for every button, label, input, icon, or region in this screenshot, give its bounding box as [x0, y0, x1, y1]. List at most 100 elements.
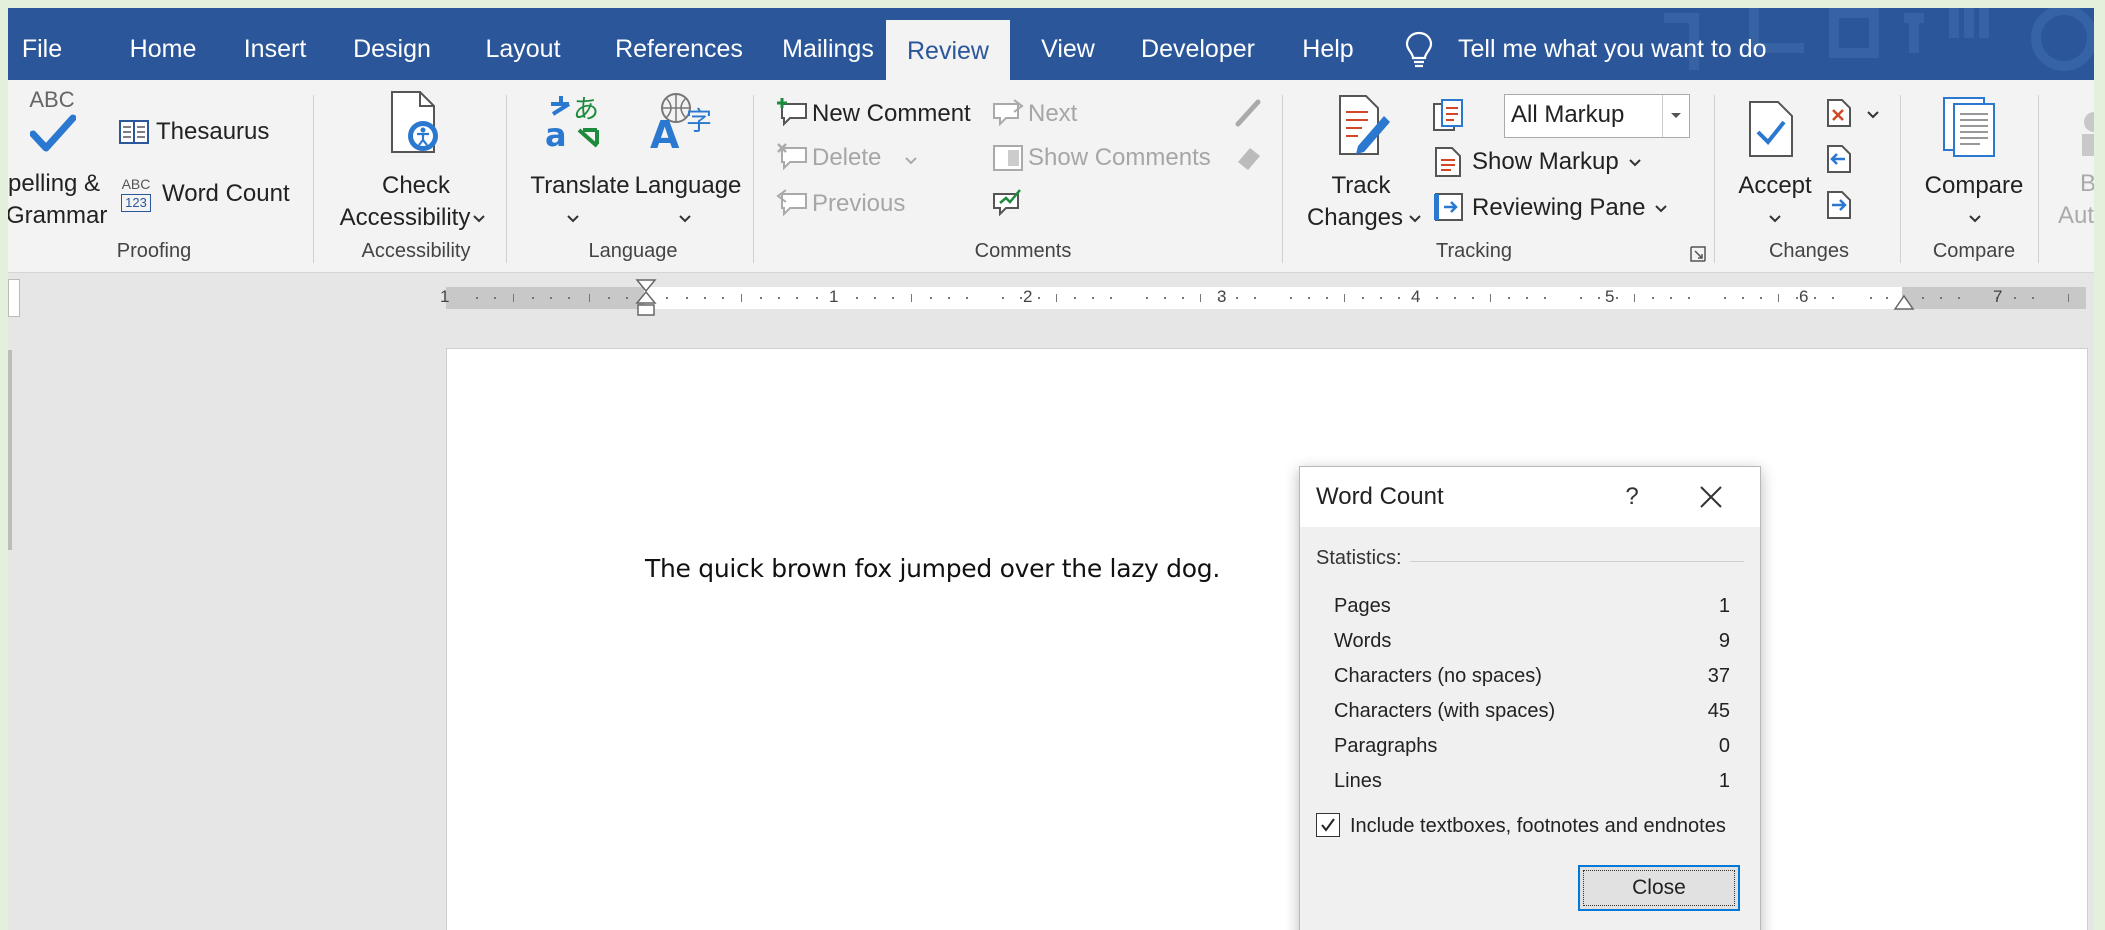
tab-help[interactable]: Help — [1288, 8, 1368, 80]
eraser-icon — [1238, 148, 1260, 170]
stat-value: 1 — [1718, 770, 1730, 792]
reviewing-pane-icon — [1434, 193, 1463, 221]
tab-layout[interactable]: Layout — [468, 8, 578, 80]
reviewing-pane-label: Reviewing Pane — [1472, 194, 1646, 221]
group-separator — [1282, 95, 1283, 263]
comments-group-label: Comments — [974, 240, 1072, 262]
tracking-group-label: Tracking — [1436, 240, 1512, 262]
tab-insert[interactable]: Insert — [226, 8, 324, 80]
stat-label: Words — [1334, 630, 1392, 652]
chevron-down-icon — [1409, 215, 1421, 223]
stat-label: Pages — [1334, 595, 1391, 617]
next-change-icon[interactable] — [1826, 190, 1852, 220]
thesaurus-icon — [119, 120, 149, 144]
horizontal-ruler[interactable]: 1 1 2 3 4 5 6 7 — [440, 287, 2086, 309]
markup-select-value: All Markup — [1511, 101, 1625, 128]
delete-label: Delete — [812, 144, 882, 171]
tab-references[interactable]: References — [594, 8, 764, 80]
group-separator — [753, 95, 754, 263]
ink-comment-icon[interactable] — [992, 186, 1024, 216]
ruler-number: 7 — [1993, 287, 2003, 306]
stat-row: Characters (with spaces) 45 — [1334, 700, 1730, 730]
word-count-dialog: Word Count ? Statistics: Pages 1 Words 9… — [1299, 466, 1761, 930]
new-comment-label: New Comment — [812, 100, 971, 127]
close-button[interactable]: Close — [1578, 865, 1740, 911]
compare-label: Compare — [1924, 172, 2024, 199]
help-button[interactable]: ? — [1610, 475, 1654, 519]
close-button-label: Close — [1632, 876, 1686, 899]
word-window: File Home Insert Design Layout Reference… — [8, 8, 2094, 930]
new-comment-icon — [777, 98, 807, 126]
language-label: Language — [634, 172, 742, 199]
track-label: Track — [1331, 172, 1391, 199]
markup-select-arrow[interactable] — [1662, 95, 1689, 137]
stat-label: Characters (with spaces) — [1334, 700, 1556, 722]
chevron-down-icon — [1655, 205, 1667, 213]
thesaurus-label: Thesaurus — [156, 118, 270, 145]
language-icon: A 字 — [650, 93, 712, 150]
checkmark-icon — [1321, 818, 1335, 832]
vertical-ruler-stub — [8, 350, 12, 550]
accept-icon — [1749, 101, 1793, 157]
ruler-number: 3 — [1217, 287, 1227, 306]
chevron-down-icon — [679, 215, 691, 223]
language-group-label: Language — [588, 240, 678, 262]
document-paragraph[interactable]: The quick brown fox jumped over the lazy… — [645, 554, 1220, 583]
tell-me-label: Tell me what you want to do — [1458, 35, 1767, 63]
tab-home[interactable]: Home — [108, 8, 218, 80]
right-indent-marker[interactable] — [1893, 293, 1915, 311]
word-count-icon-top: ABC — [121, 176, 151, 192]
tab-mailings[interactable]: Mailings — [766, 8, 890, 80]
indent-markers[interactable] — [634, 279, 658, 319]
close-x-button[interactable] — [1686, 475, 1736, 519]
tell-me-search[interactable]: Tell me what you want to do — [1404, 8, 1824, 80]
include-textboxes-checkbox[interactable] — [1316, 813, 1340, 837]
markup-select[interactable]: All Markup — [1504, 94, 1690, 138]
dialog-launcher-icon[interactable] — [1690, 246, 1706, 262]
accept-label: Accept — [1738, 172, 1812, 199]
chevron-down-icon — [1629, 159, 1641, 167]
stat-value: 37 — [1707, 665, 1730, 687]
stat-row: Paragraphs 0 — [1334, 735, 1730, 765]
tab-developer[interactable]: Developer — [1128, 8, 1268, 80]
translate-label: Translate — [530, 172, 630, 199]
partial-label-1: B — [2080, 170, 2094, 197]
ruler-ticks — [476, 294, 2069, 302]
ruler-number: 5 — [1605, 287, 1615, 306]
compare-group-label: Compare — [1932, 240, 2016, 262]
spelling-label-2: Grammar — [8, 202, 108, 229]
ruler-number: 6 — [1799, 287, 1809, 306]
tab-file[interactable]: File — [8, 8, 78, 80]
translate-icon: あ a — [545, 95, 599, 150]
delete-comment-icon — [777, 143, 807, 170]
group-separator — [506, 95, 507, 263]
word-count-icon: ABC 123 — [118, 176, 154, 212]
chevron-down-icon — [473, 215, 485, 223]
show-comments-icon — [993, 145, 1023, 171]
spelling-label-1: pelling & — [8, 170, 101, 197]
chevron-down-icon — [1867, 111, 1879, 119]
stat-row: Words 9 — [1334, 630, 1730, 660]
show-markup-icon — [1435, 147, 1461, 177]
tab-selector[interactable] — [8, 279, 20, 317]
svg-text:あ: あ — [573, 95, 599, 125]
tab-review[interactable]: Review — [886, 20, 1010, 82]
changes-group-label: Changes — [1768, 240, 1850, 262]
spelling-check-icon — [30, 114, 76, 152]
stat-value: 9 — [1718, 630, 1730, 652]
compare-icon — [1943, 97, 1995, 157]
accessibility-icon — [391, 91, 438, 153]
group-separator — [1714, 95, 1715, 263]
protect-icon — [2082, 112, 2094, 156]
include-textboxes-label[interactable]: Include textboxes, footnotes and endnote… — [1350, 815, 1726, 838]
ruler-bar: 1 1 2 3 4 5 6 7 — [8, 273, 2094, 321]
ruler-number: 4 — [1411, 287, 1421, 306]
svg-text:a: a — [545, 116, 567, 150]
chevron-down-icon — [567, 215, 579, 223]
tab-view[interactable]: View — [1028, 8, 1108, 80]
document-page[interactable]: The quick brown fox jumped over the lazy… — [446, 348, 2088, 930]
tab-design[interactable]: Design — [338, 8, 446, 80]
previous-change-icon[interactable] — [1826, 144, 1852, 174]
next-comment-icon — [993, 99, 1024, 126]
dialog-title-bar[interactable]: Word Count ? — [1300, 467, 1760, 527]
